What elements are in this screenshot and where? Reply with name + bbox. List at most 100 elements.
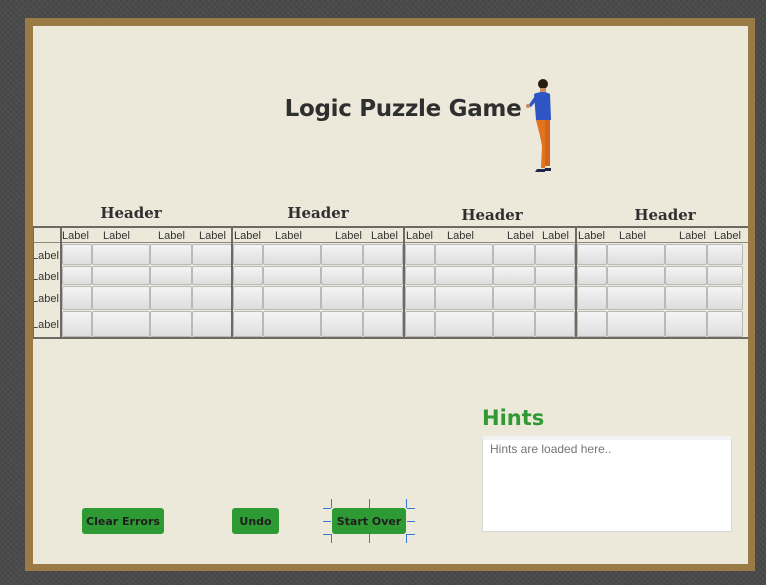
column-label: Label xyxy=(447,230,474,242)
game-canvas: Logic Puzzle Game Header Header Header H… xyxy=(33,26,748,564)
grid-left-border xyxy=(33,226,34,339)
grid-cell-g3-r1-c2[interactable] xyxy=(435,244,493,265)
grid-cell-g1-r3-c2[interactable] xyxy=(92,286,150,310)
grid-cell-g2-r4-c4[interactable] xyxy=(363,311,403,337)
grid-cell-g2-r2-c1[interactable] xyxy=(233,266,263,285)
grid-cell-g3-r1-c3[interactable] xyxy=(493,244,535,265)
grid-cell-g2-r3-c2[interactable] xyxy=(263,286,321,310)
grid-cell-g2-r3-c3[interactable] xyxy=(321,286,363,310)
grid-cell-g4-r3-c1[interactable] xyxy=(577,286,607,310)
grid-cell-g4-r3-c2[interactable] xyxy=(607,286,665,310)
column-label: Label xyxy=(578,230,605,242)
grid-cell-g1-r4-c1[interactable] xyxy=(62,311,92,337)
grid-cell-g1-r1-c2[interactable] xyxy=(92,244,150,265)
grid-cell-g3-r3-c1[interactable] xyxy=(405,286,435,310)
grid-cell-g2-r4-c3[interactable] xyxy=(321,311,363,337)
grid-cell-g2-r3-c1[interactable] xyxy=(233,286,263,310)
hints-title: Hints xyxy=(482,406,545,430)
column-label: Label xyxy=(542,230,569,242)
group-divider xyxy=(575,226,577,339)
group-divider xyxy=(60,226,62,339)
grid-cell-g4-r2-c2[interactable] xyxy=(607,266,665,285)
column-label: Label xyxy=(679,230,706,242)
grid-cell-g1-r1-c4[interactable] xyxy=(192,244,232,265)
grid-cell-g1-r3-c1[interactable] xyxy=(62,286,92,310)
grid-cell-g3-r4-c2[interactable] xyxy=(435,311,493,337)
grid-cell-g4-r3-c3[interactable] xyxy=(665,286,707,310)
grid-cell-g2-r4-c1[interactable] xyxy=(233,311,263,337)
page-title: Logic Puzzle Game xyxy=(284,96,522,122)
grid-cell-g2-r2-c3[interactable] xyxy=(321,266,363,285)
column-label: Label xyxy=(158,230,185,242)
grid-bottom-border xyxy=(33,337,748,339)
grid-cell-g2-r2-c4[interactable] xyxy=(363,266,403,285)
grid-cell-g3-r2-c3[interactable] xyxy=(493,266,535,285)
grid-cell-g3-r2-c1[interactable] xyxy=(405,266,435,285)
grid-cell-g2-r1-c1[interactable] xyxy=(233,244,263,265)
column-label: Label xyxy=(335,230,362,242)
grid-cell-g3-r1-c1[interactable] xyxy=(405,244,435,265)
column-label: Label xyxy=(103,230,130,242)
group-divider xyxy=(231,226,233,339)
grid-cell-g4-r3-c4[interactable] xyxy=(707,286,743,310)
grid-cell-g4-r4-c2[interactable] xyxy=(607,311,665,337)
column-label: Label xyxy=(619,230,646,242)
group-header-3: Header xyxy=(461,206,523,224)
grid-cell-g1-r4-c2[interactable] xyxy=(92,311,150,337)
grid-cell-g2-r1-c2[interactable] xyxy=(263,244,321,265)
grid-cell-g3-r3-c4[interactable] xyxy=(535,286,575,310)
column-label: Label xyxy=(507,230,534,242)
grid-cell-g2-r1-c3[interactable] xyxy=(321,244,363,265)
grid-cell-g3-r4-c1[interactable] xyxy=(405,311,435,337)
undo-button[interactable]: Undo xyxy=(232,508,279,534)
clear-errors-button[interactable]: Clear Errors xyxy=(82,508,164,534)
grid-cell-g3-r2-c4[interactable] xyxy=(535,266,575,285)
group-header-4: Header xyxy=(634,206,696,224)
grid-cell-g1-r1-c3[interactable] xyxy=(150,244,192,265)
row-label: Label xyxy=(33,250,59,262)
grid-cell-g4-r1-c1[interactable] xyxy=(577,244,607,265)
grid-cell-g4-r1-c3[interactable] xyxy=(665,244,707,265)
group-divider xyxy=(403,226,405,339)
grid-cell-g4-r1-c2[interactable] xyxy=(607,244,665,265)
grid-cell-g3-r3-c2[interactable] xyxy=(435,286,493,310)
grid-header-divider xyxy=(33,242,748,243)
grid-cell-g3-r3-c3[interactable] xyxy=(493,286,535,310)
grid-cell-g1-r2-c2[interactable] xyxy=(92,266,150,285)
grid-cell-g4-r4-c3[interactable] xyxy=(665,311,707,337)
grid-cell-g2-r2-c2[interactable] xyxy=(263,266,321,285)
column-label: Label xyxy=(62,230,89,242)
column-label: Label xyxy=(234,230,261,242)
hints-textarea[interactable] xyxy=(482,436,732,532)
grid-cell-g4-r2-c1[interactable] xyxy=(577,266,607,285)
grid-cell-g3-r1-c4[interactable] xyxy=(535,244,575,265)
start-over-button[interactable]: Start Over xyxy=(332,508,406,534)
column-label: Label xyxy=(275,230,302,242)
person-standing-icon xyxy=(526,79,551,172)
grid-cell-g4-r1-c4[interactable] xyxy=(707,244,743,265)
grid-cell-g1-r1-c1[interactable] xyxy=(62,244,92,265)
grid-cell-g2-r3-c4[interactable] xyxy=(363,286,403,310)
grid-cell-g4-r2-c4[interactable] xyxy=(707,266,743,285)
column-label: Label xyxy=(406,230,433,242)
grid-cell-g4-r2-c3[interactable] xyxy=(665,266,707,285)
grid-cell-g4-r4-c1[interactable] xyxy=(577,311,607,337)
grid-cell-g1-r3-c4[interactable] xyxy=(192,286,232,310)
grid-cell-g2-r1-c4[interactable] xyxy=(363,244,403,265)
group-header-1: Header xyxy=(100,204,162,222)
row-label: Label xyxy=(33,319,59,331)
grid-cell-g3-r2-c2[interactable] xyxy=(435,266,493,285)
grid-cell-g1-r2-c3[interactable] xyxy=(150,266,192,285)
grid-cell-g3-r4-c4[interactable] xyxy=(535,311,575,337)
grid-cell-g1-r3-c3[interactable] xyxy=(150,286,192,310)
grid-cell-g3-r4-c3[interactable] xyxy=(493,311,535,337)
grid-cell-g1-r4-c4[interactable] xyxy=(192,311,232,337)
grid-cell-g4-r4-c4[interactable] xyxy=(707,311,743,337)
column-label: Label xyxy=(714,230,741,242)
grid-cell-g1-r2-c4[interactable] xyxy=(192,266,232,285)
row-label: Label xyxy=(33,271,59,283)
grid-cell-g2-r4-c2[interactable] xyxy=(263,311,321,337)
grid-cell-g1-r2-c1[interactable] xyxy=(62,266,92,285)
grid-cell-g1-r4-c3[interactable] xyxy=(150,311,192,337)
grid-top-border xyxy=(33,226,748,228)
